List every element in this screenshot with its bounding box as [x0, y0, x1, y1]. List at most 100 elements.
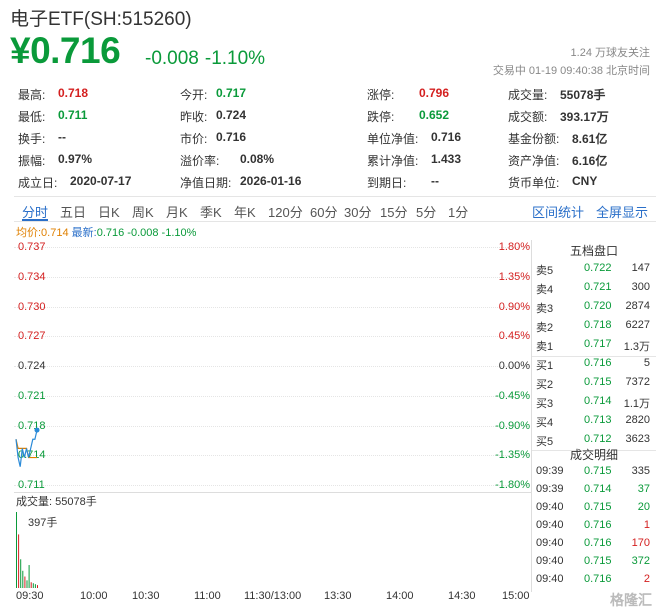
tab-8[interactable]: 60分: [310, 202, 337, 221]
order-volume: 3623: [625, 433, 650, 445]
y-axis-price-label: 0.721: [18, 389, 46, 402]
volume-bar: [22, 570, 24, 588]
stat-value: 0.97%: [58, 152, 93, 166]
tab-1[interactable]: 五日: [60, 202, 86, 221]
stat-value: 0.796: [419, 86, 450, 100]
tick-volume: 335: [631, 465, 650, 477]
stat-value: 2026-01-16: [240, 174, 302, 188]
order-book-row: 卖2 0.718 6227: [532, 317, 656, 335]
stat-key: 振幅:: [18, 154, 46, 168]
tab-12[interactable]: 1分: [448, 202, 468, 221]
tick-price: 0.715: [584, 555, 612, 567]
grid-line: [14, 336, 532, 338]
stat-value: 55078手: [560, 88, 606, 102]
x-axis-label: 15:00: [502, 590, 530, 602]
stats-row: 换手: -- 市价: 0.716 单位净值: 0.716 基金份额: 8.61亿: [18, 127, 648, 149]
order-book-row: 卖3 0.720 2874: [532, 298, 656, 316]
tab-4[interactable]: 月K: [166, 202, 188, 221]
y-axis-price-label: 0.734: [18, 270, 46, 283]
range-stats-button[interactable]: 区间统计: [532, 202, 584, 221]
stat-value: 393.17万: [560, 110, 609, 124]
stat-key: 最低:: [18, 110, 46, 124]
stat-value: 8.61亿: [572, 132, 608, 146]
stat-key: 跌停:: [367, 110, 395, 124]
stat-value: 2020-07-17: [70, 174, 132, 188]
x-axis-label: 10:00: [80, 590, 108, 602]
fullscreen-button[interactable]: 全屏显示: [596, 202, 648, 221]
stat-value: 6.16亿: [572, 154, 608, 168]
fund-title: 电子ETF(SH:515260): [10, 9, 192, 30]
y-axis-pct-label: 1.80%: [498, 241, 530, 253]
order-level-label: 买2: [536, 379, 554, 391]
tab-9[interactable]: 30分: [344, 202, 371, 221]
tab-3[interactable]: 周K: [132, 202, 154, 221]
current-price: ¥0.716: [10, 30, 121, 71]
stat-value: 0.716: [431, 130, 462, 144]
stats-grid: 最高: 0.718 今开: 0.717 涨停: 0.796 成交量: 55078手 最低: 0.7…: [18, 83, 648, 193]
tab-2[interactable]: 日K: [98, 202, 120, 221]
tab-11[interactable]: 5分: [416, 202, 436, 221]
stats-row: 振幅: 0.97% 溢价率: 0.08% 累计净值: 1.433 资产净值: 6.16亿: [18, 149, 648, 171]
grid-line: [14, 395, 532, 397]
y-axis-price-label: 0.724: [18, 360, 46, 372]
x-axis-label: 09:30: [16, 590, 44, 602]
tick-volume: 372: [631, 555, 650, 567]
order-price: 0.720: [584, 300, 612, 312]
y-axis-price-label: 0.737: [18, 241, 46, 253]
followers-count[interactable]: 1.24 万球友关注: [571, 44, 650, 60]
stat-key: 昨收:: [180, 110, 208, 124]
y-axis-pct-label: 1.35%: [498, 270, 530, 283]
chart-period-tabs: 分时 五日 日K 周K 月K 季K 年K 120分 60分 30分 15分 5分 1分 区间统计 全屏显示: [14, 196, 656, 222]
volume-bar: [32, 583, 34, 588]
x-axis-label: 10:30: [132, 590, 160, 602]
order-book-row: 买3 0.714 1.1万: [532, 393, 656, 411]
order-level-label: 卖2: [536, 322, 554, 334]
change-value: -0.008: [145, 48, 199, 69]
stat-key: 涨停:: [367, 88, 395, 102]
x-axis-label: 14:00: [386, 590, 414, 602]
tick-volume: 1: [643, 519, 650, 531]
tab-10[interactable]: 15分: [380, 202, 407, 221]
trade-tick-row: 09:40 0.716 1: [532, 517, 656, 535]
stat-value: 0.718: [58, 86, 89, 100]
order-volume: 2820: [625, 414, 650, 426]
stat-value: --: [58, 130, 66, 144]
tick-volume: 170: [631, 537, 650, 549]
grid-line: [14, 306, 532, 308]
tick-time: 09:40: [536, 519, 564, 531]
watermark-logo: 格隆汇: [610, 592, 652, 608]
stat-value: 1.433: [431, 152, 462, 166]
tab-6[interactable]: 年K: [234, 202, 256, 221]
tick-time: 09:40: [536, 555, 564, 567]
volume-bar: [28, 565, 30, 588]
y-axis-pct-label: 0.90%: [498, 300, 530, 313]
y-axis-price-label: 0.730: [18, 300, 46, 313]
trade-tick-row: 09:40 0.716 170: [532, 535, 656, 553]
trade-details-title: 成交明细: [569, 448, 618, 462]
order-book-row: 卖4 0.721 300: [532, 279, 656, 297]
grid-line: [14, 425, 532, 427]
order-volume: 147: [631, 262, 650, 274]
tick-volume: 37: [637, 483, 650, 495]
trade-tick-row: 09:39 0.715 335: [532, 463, 656, 481]
trade-tick-row: 09:40 0.715 20: [532, 499, 656, 517]
stat-key: 成交额:: [508, 110, 548, 124]
order-price: 0.712: [584, 433, 612, 445]
order-volume: 300: [631, 281, 650, 293]
order-book-row: 买2 0.715 7372: [532, 374, 656, 392]
stats-row: 最高: 0.718 今开: 0.717 涨停: 0.796 成交量: 55078手: [18, 83, 648, 105]
order-price: 0.716: [584, 357, 612, 369]
volume-bar: [24, 576, 26, 588]
stat-key: 净值日期:: [180, 176, 232, 190]
tab-7[interactable]: 120分: [268, 202, 303, 221]
stat-key: 货币单位:: [508, 176, 560, 190]
trade-tick-row: 09:40 0.716 2: [532, 571, 656, 589]
stat-key: 溢价率:: [180, 154, 220, 168]
y-axis-price-label: 0.711: [18, 479, 45, 491]
order-price: 0.714: [584, 395, 612, 407]
tab-5[interactable]: 季K: [200, 202, 222, 221]
avg-price-label: 均价:0.714: [16, 227, 69, 239]
tick-price: 0.716: [584, 573, 612, 585]
tick-time: 09:39: [536, 483, 564, 495]
grid-line: [14, 247, 532, 248]
